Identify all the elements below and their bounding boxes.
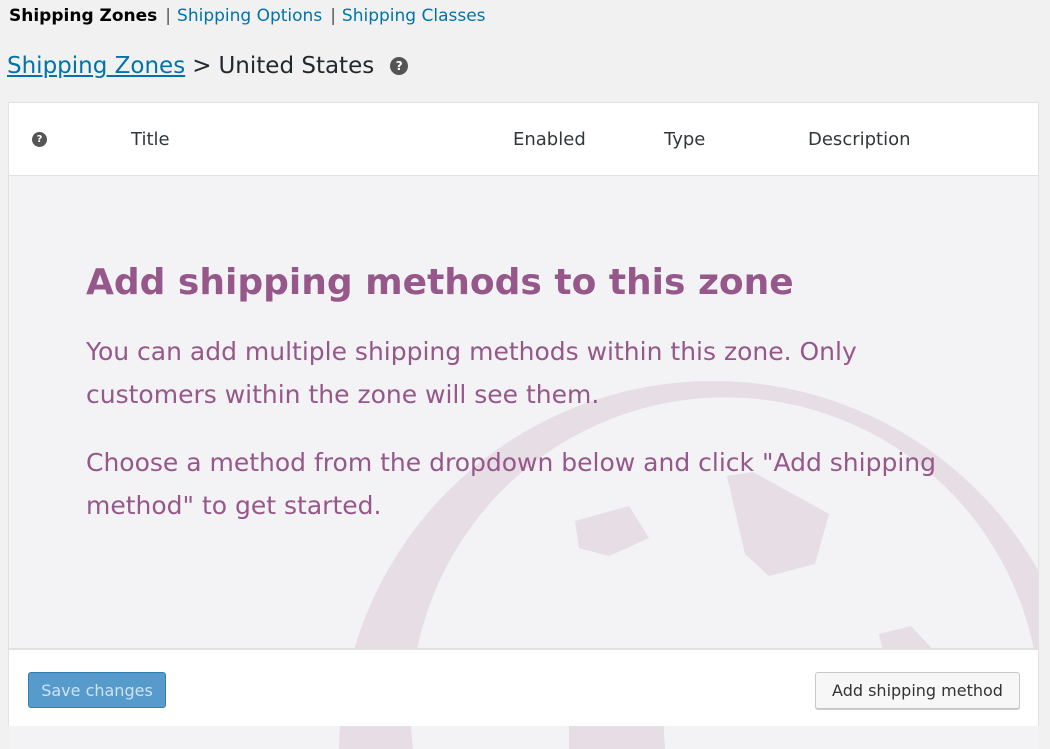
shipping-methods-table-header: ? Title Enabled Type Description (9, 103, 1038, 176)
column-header-enabled: Enabled (513, 128, 586, 150)
help-icon[interactable]: ? (32, 131, 47, 147)
blank-state-message: Add shipping methods to this zone You ca… (86, 260, 966, 527)
column-header-type: Type (664, 128, 706, 150)
subnav-separator: | (330, 6, 336, 26)
panel-footer: Save changes Add shipping method (9, 648, 1038, 726)
subnav-separator: | (165, 6, 172, 26)
save-changes-button[interactable]: Save changes (28, 672, 166, 708)
add-shipping-method-button[interactable]: Add shipping method (815, 672, 1020, 709)
subnav-current-shipping-zones: Shipping Zones (9, 6, 158, 26)
subnav-link-shipping-options[interactable]: Shipping Options (177, 6, 322, 26)
subnav-link-shipping-classes[interactable]: Shipping Classes (342, 6, 486, 26)
column-header-description: Description (808, 128, 911, 150)
column-header-title: Title (131, 128, 170, 150)
breadcrumb-separator: > (192, 53, 212, 79)
page-title-breadcrumb: Shipping Zones > United States ? (7, 50, 409, 82)
breadcrumb-link-shipping-zones[interactable]: Shipping Zones (7, 53, 185, 79)
column-help: ? (32, 103, 47, 175)
blank-state-paragraph: Choose a method from the dropdown below … (86, 448, 936, 520)
shipping-subnav: Shipping Zones | Shipping Options | Ship… (9, 4, 486, 28)
help-icon[interactable]: ? (390, 57, 409, 75)
breadcrumb-current-zone: United States (218, 53, 375, 79)
blank-state-title: Add shipping methods to this zone (86, 262, 794, 303)
blank-state-paragraph: You can add multiple shipping methods wi… (86, 337, 857, 409)
shipping-methods-panel: ? Title Enabled Type Description Add shi… (8, 102, 1039, 749)
